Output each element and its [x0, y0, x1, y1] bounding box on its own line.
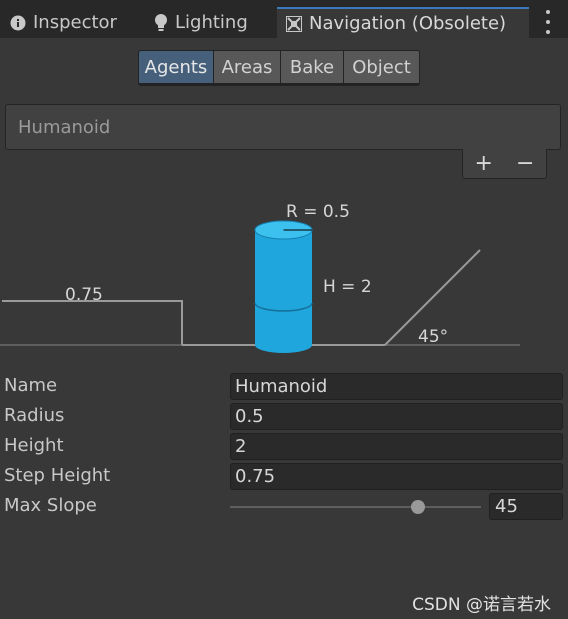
- max-slope-field[interactable]: 45: [489, 493, 563, 520]
- tab-inspector-label: Inspector: [33, 12, 117, 33]
- add-agent-button[interactable]: +: [472, 152, 496, 175]
- max-slope-label: Max Slope: [4, 495, 97, 516]
- height-field-label: Height: [4, 435, 64, 456]
- agent-diagram: R = 0.5 H = 2 0.75 45°: [0, 190, 568, 360]
- agent-diagram-graphic: [0, 220, 520, 353]
- tab-inspector[interactable]: Inspector: [10, 7, 117, 38]
- lightbulb-icon: [154, 13, 168, 32]
- more-menu-icon[interactable]: [540, 10, 556, 34]
- name-field[interactable]: Humanoid: [230, 373, 563, 400]
- areas-button[interactable]: Areas: [214, 51, 280, 83]
- agents-button[interactable]: Agents: [139, 51, 213, 83]
- max-slope-slider[interactable]: [230, 506, 481, 508]
- height-field[interactable]: 2: [230, 433, 563, 460]
- radius-row: Radius 0.5: [0, 402, 568, 432]
- tab-navigation-label: Navigation (Obsolete): [309, 13, 507, 34]
- navigation-mode-toolbar: Agents Areas Bake Object: [138, 50, 420, 86]
- list-item[interactable]: Humanoid: [18, 117, 110, 138]
- step-height-label: 0.75: [65, 285, 103, 305]
- step-height-row: Step Height 0.75: [0, 462, 568, 492]
- tab-lighting-label: Lighting: [175, 12, 248, 33]
- max-slope-slider-thumb[interactable]: [411, 500, 426, 514]
- agent-type-list: Humanoid: [5, 104, 561, 150]
- agent-cylinder: [254, 220, 313, 353]
- slope-angle-label: 45°: [418, 327, 449, 347]
- editor-tab-bar: Inspector Lighting Navigation (Obsolete): [0, 0, 568, 38]
- info-icon: [10, 15, 26, 31]
- remove-agent-button[interactable]: −: [513, 152, 537, 175]
- height-label: H = 2: [323, 277, 372, 297]
- name-row: Name Humanoid: [0, 372, 568, 402]
- list-tools: + −: [462, 149, 547, 179]
- radius-field[interactable]: 0.5: [230, 403, 563, 430]
- step-height-field-label: Step Height: [4, 465, 111, 486]
- name-label: Name: [4, 375, 58, 396]
- radius-label: R = 0.5: [286, 202, 350, 222]
- step-height-field[interactable]: 0.75: [230, 463, 563, 490]
- tab-navigation[interactable]: Navigation (Obsolete): [277, 7, 529, 38]
- height-row: Height 2: [0, 432, 568, 462]
- max-slope-row: Max Slope 45: [0, 492, 568, 522]
- radius-field-label: Radius: [4, 405, 65, 426]
- tab-lighting[interactable]: Lighting: [154, 7, 248, 38]
- object-button[interactable]: Object: [344, 51, 419, 83]
- bake-button[interactable]: Bake: [281, 51, 343, 83]
- step-outline: [2, 300, 183, 345]
- watermark: CSDN @诺言若水: [412, 595, 551, 615]
- navmesh-icon: [286, 15, 302, 32]
